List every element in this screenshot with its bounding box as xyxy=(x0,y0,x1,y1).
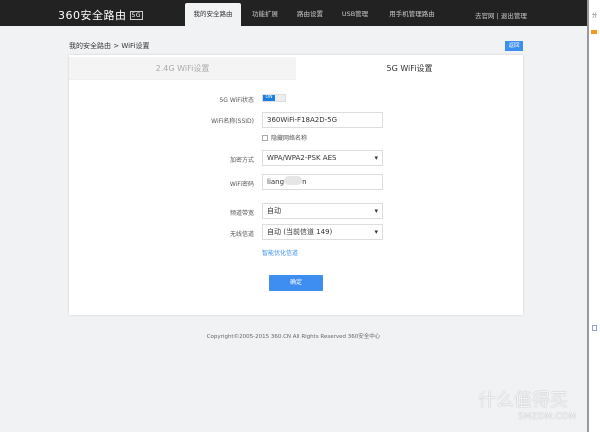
hide-ssid-checkbox[interactable]: 隐藏网络名称 xyxy=(262,133,307,142)
status-toggle[interactable]: ON xyxy=(262,94,286,102)
official-site-link[interactable]: 去官网 xyxy=(475,12,495,20)
password-input[interactable]: liang n xyxy=(262,174,383,190)
nav-my-router[interactable]: 我的安全路由 xyxy=(185,3,241,26)
nav-usb[interactable]: USB管理 xyxy=(333,3,377,26)
back-button[interactable]: 返回 xyxy=(505,41,523,51)
ssid-label: WiFi名称(SSID) xyxy=(211,118,254,125)
nav-router-settings[interactable]: 路由设置 xyxy=(288,3,332,26)
channel-select[interactable]: 自动 (当前信道 149) xyxy=(262,224,383,240)
nav-mobile[interactable]: 用手机管理路由 xyxy=(380,3,444,26)
optimize-channel-link[interactable]: 智能优化信道 xyxy=(262,248,298,257)
bandwidth-select[interactable]: 自动 xyxy=(262,203,383,219)
browser-side-panel: 分 xyxy=(587,0,600,432)
logout-link[interactable]: 退出管理 xyxy=(501,12,527,20)
side-text: 分 xyxy=(592,13,598,19)
hide-ssid-label: 隐藏网络名称 xyxy=(271,135,308,142)
password-label: WiFi密码 xyxy=(229,181,254,188)
tab-5g[interactable]: 5G WiFi设置 xyxy=(296,57,523,80)
header-links: 去官网 | 退出管理 xyxy=(475,12,527,20)
top-header: 360安全路由 5G 我的安全路由 功能扩展 路由设置 USB管理 用手机管理路由… xyxy=(0,0,587,26)
password-end: n xyxy=(302,178,307,186)
redacted-blur xyxy=(284,176,303,185)
footer-copyright: Copyright©2005-2015 360.CN All Rights Re… xyxy=(206,334,381,340)
document-icon[interactable] xyxy=(592,325,597,331)
watermark: 什么值得买 xyxy=(478,390,568,411)
checkbox-icon xyxy=(262,135,268,141)
ssid-input[interactable]: 360WiFi-F18A2D-5G xyxy=(262,112,383,128)
logo-text: 360安全路由 xyxy=(58,9,127,22)
logo-badge: 5G xyxy=(129,11,143,20)
password-start: liang xyxy=(267,178,285,186)
tab-2g[interactable]: 2.4G WiFi设置 xyxy=(69,57,296,80)
logo: 360安全路由 5G xyxy=(58,7,143,23)
wifi-settings-card: 2.4G WiFi设置 5G WiFi设置 5G WiFi状态 ON WiFi名… xyxy=(69,55,523,315)
submit-button[interactable]: 确定 xyxy=(269,275,323,291)
watermark-sub: SMZDM.COM xyxy=(518,412,577,422)
folder-icon[interactable] xyxy=(591,30,597,34)
channel-label: 无线信道 xyxy=(229,231,254,238)
breadcrumb: 我的安全路由 > WiFi设置 xyxy=(69,42,150,50)
status-label: 5G WiFi状态 xyxy=(219,97,254,104)
encryption-select[interactable]: WPA/WPA2-PSK AES xyxy=(262,150,383,166)
encryption-label: 加密方式 xyxy=(229,157,254,164)
bandwidth-label: 频道带宽 xyxy=(229,210,254,217)
nav-extensions[interactable]: 功能扩展 xyxy=(243,3,287,26)
toggle-on: ON xyxy=(263,95,275,101)
